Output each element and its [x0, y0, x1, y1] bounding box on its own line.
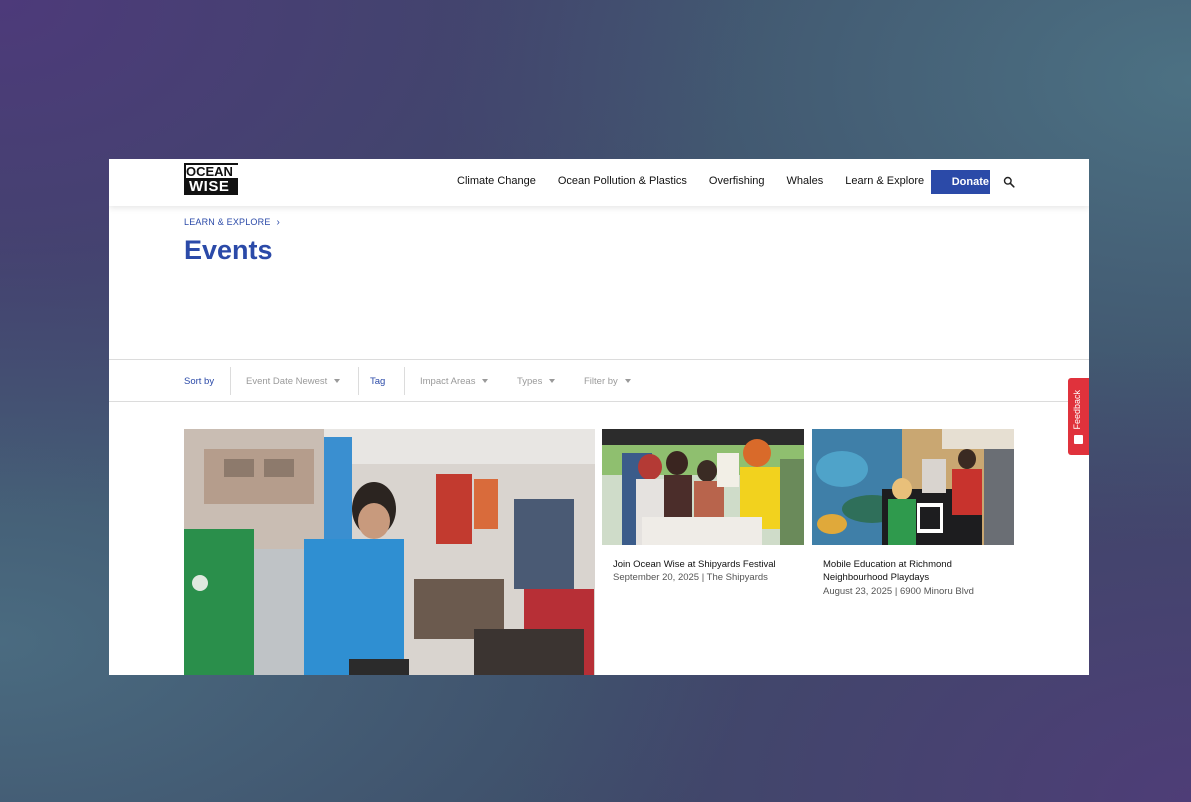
filter-bar: Sort by Event Date Newest Tag Impact Are… [109, 359, 1089, 402]
impact-areas-label: Impact Areas [420, 376, 476, 387]
ocean-wise-logo[interactable]: OCEAN WISE [184, 163, 240, 195]
caret-down-icon [482, 379, 489, 383]
logo-text-wise: WISE [189, 178, 230, 195]
event-card-image [602, 429, 804, 545]
chevron-right-icon: › [276, 217, 281, 228]
event-photo [602, 429, 804, 545]
breadcrumb[interactable]: LEARN & EXPLORE › [184, 217, 280, 228]
feedback-tab[interactable]: Feedback [1068, 378, 1089, 455]
featured-event-image[interactable] [184, 429, 595, 675]
sort-dropdown-value: Event Date Newest [246, 376, 328, 387]
donate-button[interactable]: Donate [931, 170, 990, 194]
types-label: Types [517, 376, 543, 387]
caret-down-icon [549, 379, 556, 383]
feedback-icon [1074, 435, 1083, 444]
divider [358, 367, 359, 395]
caret-down-icon [624, 379, 631, 383]
sort-dropdown[interactable]: Event Date Newest [246, 376, 341, 387]
tag-label: Tag [370, 376, 386, 387]
nav-item-overfishing[interactable]: Overfishing [709, 175, 765, 187]
event-title[interactable]: Mobile Education at Richmond Neighbourho… [823, 558, 1003, 585]
browser-page: OCEAN WISE Climate Change Ocean Pollutio… [109, 159, 1089, 675]
event-card[interactable]: Mobile Education at Richmond Neighbourho… [812, 429, 1014, 598]
nav-item-climate-change[interactable]: Climate Change [457, 175, 536, 187]
impact-areas-dropdown[interactable]: Impact Areas [420, 376, 489, 387]
main-nav: Climate Change Ocean Pollution & Plastic… [457, 175, 946, 187]
nav-item-ocean-pollution[interactable]: Ocean Pollution & Plastics [558, 175, 687, 187]
event-title[interactable]: Join Ocean Wise at Shipyards Festival [613, 558, 793, 571]
caret-down-icon [334, 379, 341, 383]
event-date-location: August 23, 2025 | 6900 Minoru Blvd [823, 585, 974, 597]
filter-by-label: Filter by [584, 376, 618, 387]
search-icon[interactable] [1003, 176, 1015, 188]
site-header: OCEAN WISE Climate Change Ocean Pollutio… [109, 159, 1089, 206]
event-card[interactable]: Join Ocean Wise at Shipyards Festival Se… [602, 429, 804, 585]
event-card-image [812, 429, 1014, 545]
event-date-location: September 20, 2025 | The Shipyards [613, 572, 768, 584]
filter-by-dropdown[interactable]: Filter by [584, 376, 631, 387]
nav-item-learn-explore[interactable]: Learn & Explore [845, 175, 924, 187]
breadcrumb-link[interactable]: LEARN & EXPLORE [184, 217, 271, 227]
types-dropdown[interactable]: Types [517, 376, 556, 387]
sort-by-label: Sort by [184, 376, 215, 387]
feedback-label: Feedback [1072, 390, 1082, 430]
page-title: Events [184, 235, 273, 265]
featured-event-photo [184, 429, 595, 675]
divider [230, 367, 231, 395]
divider [404, 367, 405, 395]
nav-item-whales[interactable]: Whales [787, 175, 824, 187]
logo-text-ocean: OCEAN [186, 165, 240, 178]
event-photo [812, 429, 1014, 545]
